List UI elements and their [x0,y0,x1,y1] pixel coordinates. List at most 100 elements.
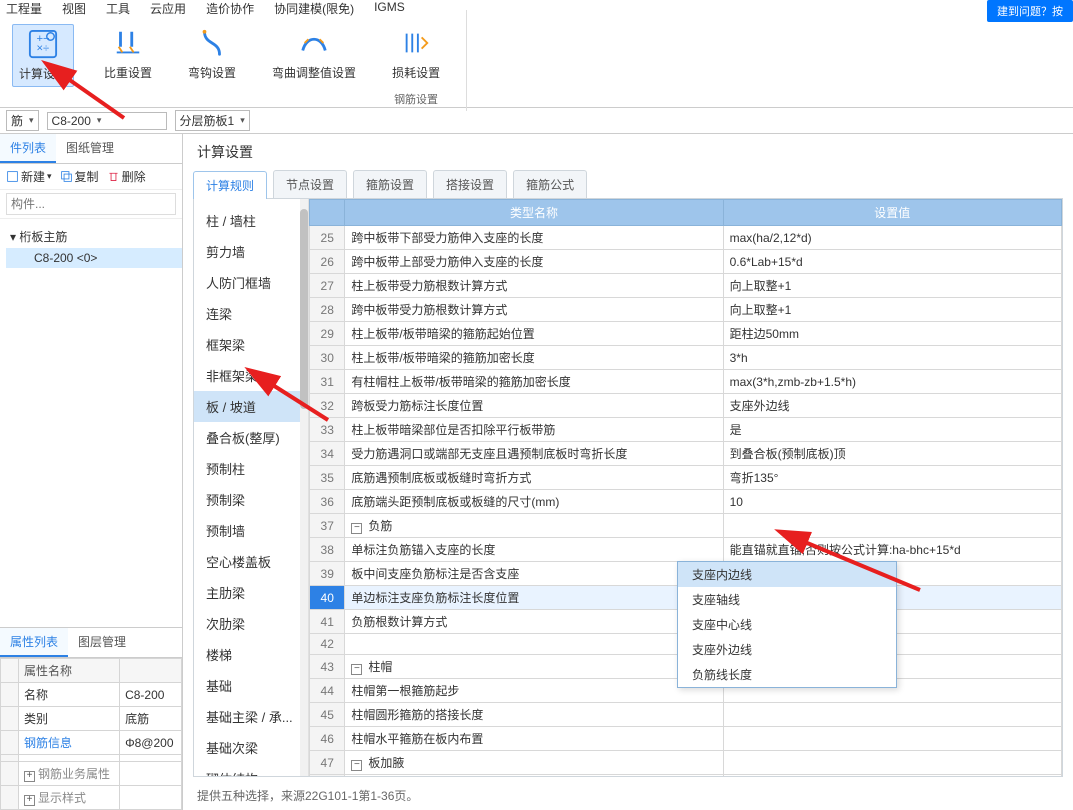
grid-cell-value[interactable]: 0.6*Lab+15*d [723,250,1061,274]
tab-stirrup-formula[interactable]: 箍筋公式 [513,170,587,198]
grid-row[interactable]: 29柱上板带/板带暗梁的箍筋起始位置距柱边50mm [310,322,1062,346]
grid-cell-value[interactable]: 支座外边线 [723,394,1061,418]
side-item[interactable]: 预制梁 [194,484,308,515]
prop-row[interactable] [1,755,182,762]
grid-row[interactable]: 38单标注负筋锚入支座的长度能直锚就直锚,否则按公式计算:ha-bhc+15*d [310,538,1062,562]
hook-settings-button[interactable]: 弯钩设置 [182,24,242,85]
grid-cell-value[interactable]: s/2 [723,775,1061,777]
grid-row[interactable]: 30柱上板带/板带暗梁的箍筋加密长度3*h [310,346,1062,370]
prop-value[interactable]: 底筋 [120,707,182,731]
tab-drawing-manage[interactable]: 图纸管理 [56,134,124,163]
tree-item[interactable]: C8-200 <0> [6,248,182,268]
expand-icon[interactable]: + [24,771,35,782]
collapse-icon[interactable]: − [351,523,362,534]
grid-row[interactable]: 46柱帽水平箍筋在板内布置 [310,727,1062,751]
combo-1[interactable]: 筋▾ [6,110,39,131]
prop-row[interactable]: 类别底筋 [1,707,182,731]
grid-row[interactable]: 32跨板受力筋标注长度位置支座外边线 [310,394,1062,418]
tab-stirrup-settings[interactable]: 箍筋设置 [353,170,427,198]
tab-layer-manage[interactable]: 图层管理 [68,628,136,657]
tab-node-settings[interactable]: 节点设置 [273,170,347,198]
grid-row[interactable]: 36底筋端头距预制底板或板缝的尺寸(mm)10 [310,490,1062,514]
help-badge[interactable]: 建到问题？按 [987,0,1073,22]
side-item[interactable]: 空心楼盖板 [194,546,308,577]
grid-row[interactable]: 33柱上板带暗梁部位是否扣除平行板带筋是 [310,418,1062,442]
side-item[interactable]: 次肋梁 [194,608,308,639]
menu-item[interactable]: 工程量 [6,0,42,17]
tab-lap-settings[interactable]: 搭接设置 [433,170,507,198]
combo-3[interactable]: 分层筋板1▾ [175,110,250,131]
prop-row[interactable]: 名称C8-200 [1,683,182,707]
grid-row[interactable]: 47−板加腋 [310,751,1062,775]
expand-icon[interactable]: + [24,795,35,806]
dropdown-option[interactable]: 负筋线长度 [678,662,896,687]
grid-cell-value[interactable]: 是 [723,418,1061,442]
side-item[interactable]: 柱 / 墙柱 [194,205,308,236]
grid-cell-value[interactable]: max(3*h,zmb-zb+1.5*h) [723,370,1061,394]
side-item[interactable]: 剪力墙 [194,236,308,267]
grid-cell-value[interactable]: 向上取整+1 [723,274,1061,298]
prop-value[interactable] [120,786,182,810]
side-item[interactable]: 预制墙 [194,515,308,546]
grid-row[interactable]: 35底筋遇预制底板或板缝时弯折方式弯折135° [310,466,1062,490]
loss-settings-button[interactable]: 损耗设置 [386,24,446,85]
side-item[interactable]: 预制柱 [194,453,308,484]
grid-cell-value[interactable]: 距柱边50mm [723,322,1061,346]
collapse-icon[interactable]: − [351,760,362,771]
grid-row[interactable]: 25跨中板带下部受力筋伸入支座的长度max(ha/2,12*d) [310,226,1062,250]
collapse-icon[interactable]: − [351,664,362,675]
grid-cell-value[interactable] [723,751,1061,775]
grid-row[interactable]: 31有柱帽柱上板带/板带暗梁的箍筋加密长度max(3*h,zmb-zb+1.5*… [310,370,1062,394]
prop-value[interactable]: Φ8@200 [120,731,182,755]
tab-property-list[interactable]: 属性列表 [0,628,68,657]
grid-cell-name: 负筋根数计算方式 [345,610,723,634]
prop-row[interactable]: +显示样式 [1,786,182,810]
grid-cell-value[interactable]: 3*h [723,346,1061,370]
dropdown-option[interactable]: 支座中心线 [678,612,896,637]
side-item[interactable]: 连梁 [194,298,308,329]
side-item[interactable]: 楼梯 [194,639,308,670]
tab-calc-rules[interactable]: 计算规则 [193,171,267,199]
side-item[interactable]: 人防门框墙 [194,267,308,298]
grid-row[interactable]: 37−负筋 [310,514,1062,538]
menu-item[interactable]: 协同建模(限免) [274,0,354,17]
new-button[interactable]: 新建 ▾ [6,168,52,185]
grid-row[interactable]: 27柱上板带受力筋根数计算方式向上取整+1 [310,274,1062,298]
grid-row[interactable]: 47加腋筋距端部的起步距离s/2 [310,775,1062,777]
search-input[interactable] [6,193,176,215]
grid-cell-value[interactable]: 向上取整+1 [723,298,1061,322]
side-item[interactable]: 主肋梁 [194,577,308,608]
grid-cell-value[interactable] [723,727,1061,751]
side-item[interactable]: 基础 [194,670,308,701]
prop-value[interactable] [120,755,182,762]
prop-row[interactable]: 钢筋信息Φ8@200 [1,731,182,755]
side-item[interactable]: 基础主梁 / 承... [194,701,308,732]
grid-row[interactable]: 28跨中板带受力筋根数计算方式向上取整+1 [310,298,1062,322]
bend-adj-settings-button[interactable]: 弯曲调整值设置 [266,24,362,85]
grid-cell-value[interactable]: 弯折135° [723,466,1061,490]
scrollbar[interactable] [300,199,308,776]
dropdown-option[interactable]: 支座外边线 [678,637,896,662]
copy-button[interactable]: 复制 [60,168,99,185]
menu-item[interactable]: 云应用 [150,0,186,17]
grid-cell-value[interactable]: 10 [723,490,1061,514]
prop-row[interactable]: +钢筋业务属性 [1,762,182,786]
grid-cell-value[interactable] [723,703,1061,727]
menu-item[interactable]: 造价协作 [206,0,254,17]
side-item[interactable]: 基础次梁 [194,732,308,763]
grid-row[interactable]: 26跨中板带上部受力筋伸入支座的长度0.6*Lab+15*d [310,250,1062,274]
menu-item[interactable]: IGMS [374,0,405,17]
menu-item[interactable]: 视图 [62,0,86,17]
side-item[interactable]: 框架梁 [194,329,308,360]
tree-group-header[interactable]: ▾ 桁板主筋 [6,225,182,248]
prop-value[interactable] [120,762,182,786]
grid-row[interactable]: 34受力筋遇洞口或端部无支座且遇预制底板时弯折长度到叠合板(预制底板)顶 [310,442,1062,466]
grid-cell-value[interactable]: max(ha/2,12*d) [723,226,1061,250]
prop-value[interactable]: C8-200 [120,683,182,707]
grid-cell-value[interactable]: 到叠合板(预制底板)顶 [723,442,1061,466]
delete-button[interactable]: 删除 [107,168,146,185]
menu-item[interactable]: 工具 [106,0,130,17]
side-item[interactable]: 砌体结构 [194,763,308,776]
tab-component-list[interactable]: 件列表 [0,134,56,163]
grid-row[interactable]: 45柱帽圆形箍筋的搭接长度 [310,703,1062,727]
